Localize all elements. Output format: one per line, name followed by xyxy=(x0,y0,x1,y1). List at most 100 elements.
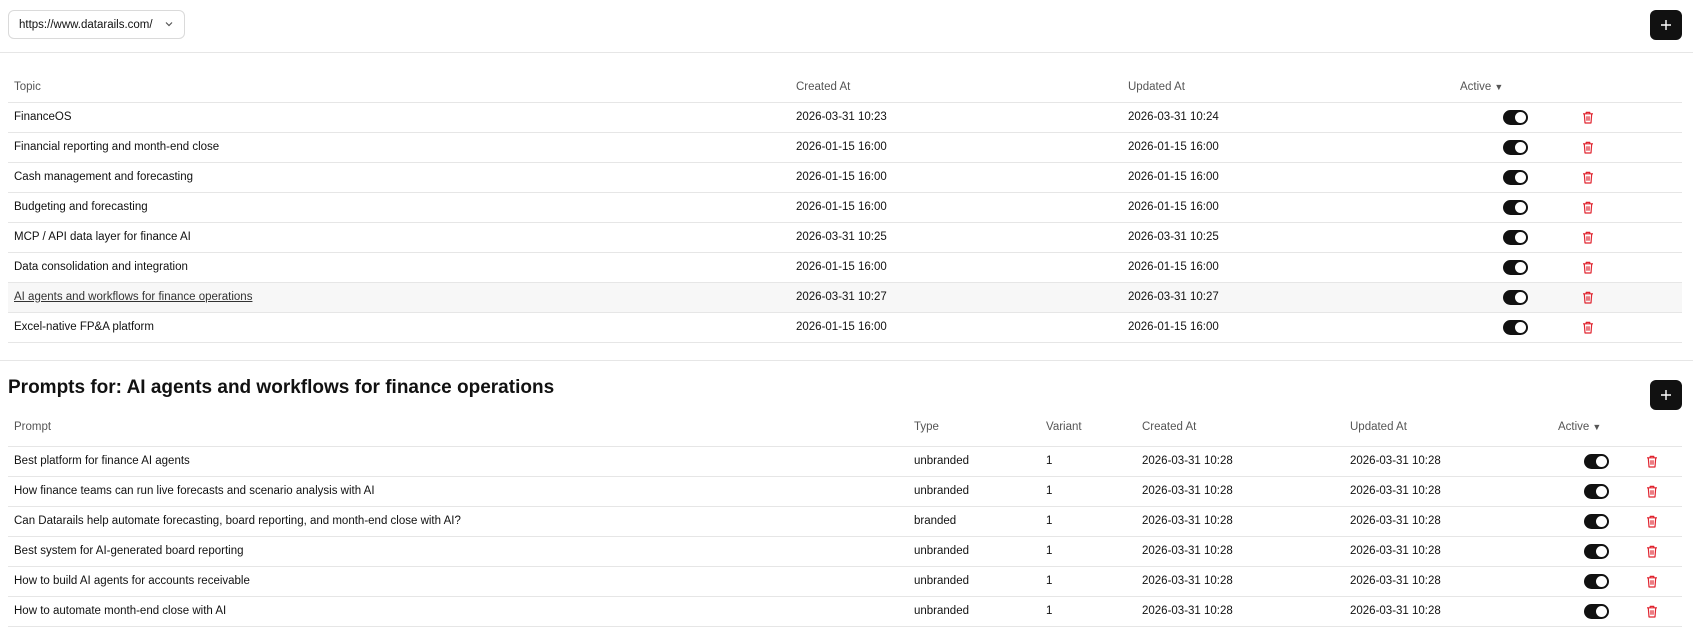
delete-cell xyxy=(1576,102,1682,133)
prompt-row[interactable]: Can Datarails help automate forecasting,… xyxy=(8,506,1682,537)
updated-at-cell: 2026-03-31 10:28 xyxy=(1344,476,1552,507)
delete-cell xyxy=(1640,566,1682,597)
toggle-knob xyxy=(1595,455,1607,467)
topic-row[interactable]: Cash management and forecasting 2026-01-1… xyxy=(8,162,1682,193)
actions-column-header xyxy=(1576,58,1682,103)
trash-icon[interactable] xyxy=(1582,141,1594,154)
trash-icon[interactable] xyxy=(1582,171,1594,184)
active-toggle[interactable] xyxy=(1502,319,1528,335)
prompt-text[interactable]: Can Datarails help automate forecasting,… xyxy=(8,506,908,537)
topic-row[interactable]: Excel-native FP&A platform 2026-01-15 16:… xyxy=(8,312,1682,343)
created-at-cell: 2026-01-15 16:00 xyxy=(790,312,1122,343)
active-toggle[interactable] xyxy=(1583,483,1609,499)
active-toggle[interactable] xyxy=(1583,573,1609,589)
prompt-row[interactable]: How to automate month-end close with AI u… xyxy=(8,596,1682,627)
active-header-label: Active xyxy=(1460,80,1492,93)
topic-name[interactable]: Excel-native FP&A platform xyxy=(8,312,790,343)
delete-cell xyxy=(1640,536,1682,567)
created-at-column-header: Created At xyxy=(1136,408,1344,447)
active-toggle[interactable] xyxy=(1583,603,1609,619)
trash-icon[interactable] xyxy=(1582,321,1594,334)
trash-icon[interactable] xyxy=(1646,485,1658,498)
topic-name-text: FinanceOS xyxy=(14,111,72,123)
trash-icon[interactable] xyxy=(1646,545,1658,558)
prompts-table: Prompt Type Variant Created At Updated A… xyxy=(8,408,1682,627)
add-prompt-button[interactable] xyxy=(1650,380,1682,410)
created-at-cell: 2026-01-15 16:00 xyxy=(790,162,1122,193)
active-toggle[interactable] xyxy=(1583,513,1609,529)
toggle-knob xyxy=(1514,111,1526,123)
prompt-row[interactable]: How finance teams can run live forecasts… xyxy=(8,476,1682,507)
trash-icon[interactable] xyxy=(1582,261,1594,274)
delete-cell xyxy=(1576,132,1682,163)
topic-name[interactable]: MCP / API data layer for finance AI xyxy=(8,222,790,253)
active-column-header[interactable]: Active ▼ xyxy=(1552,408,1640,447)
trash-icon[interactable] xyxy=(1646,515,1658,528)
add-topic-button[interactable] xyxy=(1650,10,1682,40)
updated-at-cell: 2026-03-31 10:25 xyxy=(1122,222,1454,253)
trash-icon[interactable] xyxy=(1582,201,1594,214)
toggle-knob xyxy=(1514,231,1526,243)
active-cell xyxy=(1552,596,1640,627)
active-cell xyxy=(1454,312,1576,343)
delete-cell xyxy=(1640,446,1682,477)
active-toggle[interactable] xyxy=(1583,453,1609,469)
prompt-text[interactable]: Best platform for finance AI agents xyxy=(8,446,908,477)
active-toggle[interactable] xyxy=(1502,199,1528,215)
prompt-text[interactable]: Best system for AI-generated board repor… xyxy=(8,536,908,567)
prompt-text[interactable]: How to automate month-end close with AI xyxy=(8,596,908,627)
topic-name-text: Budgeting and forecasting xyxy=(14,201,148,213)
plus-icon xyxy=(1661,390,1671,400)
variant-cell: 1 xyxy=(1040,566,1136,597)
delete-cell xyxy=(1640,596,1682,627)
trash-icon[interactable] xyxy=(1582,111,1594,124)
topic-column-header: Topic xyxy=(8,58,790,103)
active-toggle[interactable] xyxy=(1502,109,1528,125)
type-cell: unbranded xyxy=(908,476,1040,507)
topic-name-text: Financial reporting and month-end close xyxy=(14,141,220,153)
updated-at-cell: 2026-01-15 16:00 xyxy=(1122,192,1454,223)
prompt-row[interactable]: Best platform for finance AI agents unbra… xyxy=(8,446,1682,477)
trash-icon[interactable] xyxy=(1646,455,1658,468)
topic-name[interactable]: Financial reporting and month-end close xyxy=(8,132,790,163)
active-cell xyxy=(1454,162,1576,193)
delete-cell xyxy=(1576,282,1682,313)
active-toggle[interactable] xyxy=(1502,139,1528,155)
topics-table: Topic Created At Updated At Active ▼ Fina… xyxy=(8,58,1682,343)
topic-name[interactable]: Cash management and forecasting xyxy=(8,162,790,193)
trash-icon[interactable] xyxy=(1646,605,1658,618)
topic-row[interactable]: Budgeting and forecasting 2026-01-15 16:0… xyxy=(8,192,1682,223)
active-toggle[interactable] xyxy=(1502,229,1528,245)
trash-icon[interactable] xyxy=(1582,291,1594,304)
created-at-column-header: Created At xyxy=(790,58,1122,103)
toggle-knob xyxy=(1595,545,1607,557)
trash-icon[interactable] xyxy=(1582,231,1594,244)
topic-row[interactable]: AI agents and workflows for finance oper… xyxy=(8,282,1682,313)
prompt-text[interactable]: How to build AI agents for accounts rece… xyxy=(8,566,908,597)
active-toggle[interactable] xyxy=(1502,259,1528,275)
prompt-row[interactable]: Best system for AI-generated board repor… xyxy=(8,536,1682,567)
active-cell xyxy=(1454,222,1576,253)
trash-icon[interactable] xyxy=(1646,575,1658,588)
topic-name[interactable]: AI agents and workflows for finance oper… xyxy=(8,282,790,313)
topic-row[interactable]: Financial reporting and month-end close 2… xyxy=(8,132,1682,163)
topic-name[interactable]: Budgeting and forecasting xyxy=(8,192,790,223)
active-toggle[interactable] xyxy=(1502,169,1528,185)
created-at-cell: 2026-01-15 16:00 xyxy=(790,252,1122,283)
created-at-cell: 2026-03-31 10:28 xyxy=(1136,536,1344,567)
variant-cell: 1 xyxy=(1040,596,1136,627)
url-select-value: https://www.datarails.com/ xyxy=(19,18,153,31)
active-toggle[interactable] xyxy=(1502,289,1528,305)
url-select[interactable]: https://www.datarails.com/ xyxy=(8,10,185,39)
prompt-text[interactable]: How finance teams can run live forecasts… xyxy=(8,476,908,507)
topic-row[interactable]: FinanceOS 2026-03-31 10:23 2026-03-31 10:2… xyxy=(8,102,1682,133)
active-toggle[interactable] xyxy=(1583,543,1609,559)
topic-name[interactable]: Data consolidation and integration xyxy=(8,252,790,283)
created-at-cell: 2026-03-31 10:28 xyxy=(1136,506,1344,537)
active-column-header[interactable]: Active ▼ xyxy=(1454,58,1576,103)
topic-row[interactable]: Data consolidation and integration 2026-0… xyxy=(8,252,1682,283)
topic-row[interactable]: MCP / API data layer for finance AI 2026-… xyxy=(8,222,1682,253)
topic-name[interactable]: FinanceOS xyxy=(8,102,790,133)
prompt-row[interactable]: How to build AI agents for accounts rece… xyxy=(8,566,1682,597)
toggle-knob xyxy=(1595,605,1607,617)
